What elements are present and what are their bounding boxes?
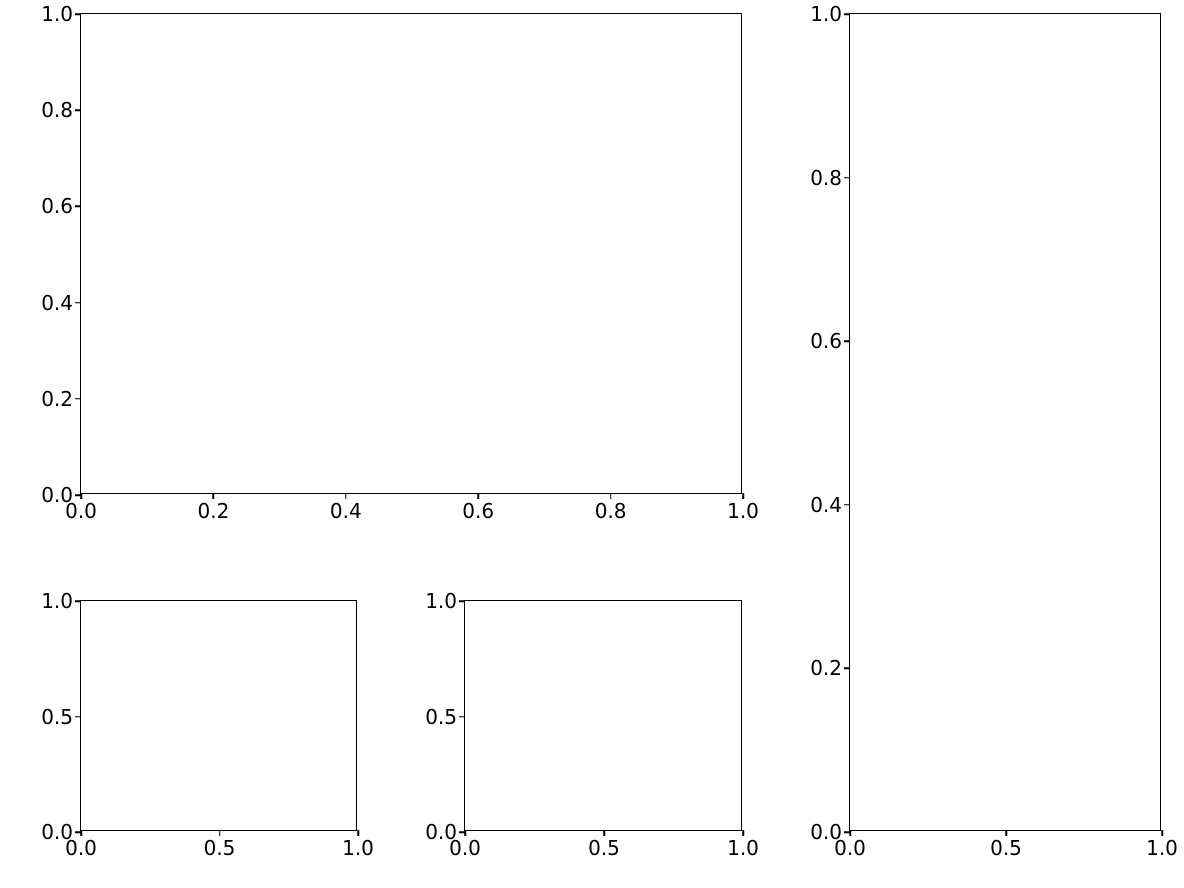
y-tick-label: 0.4 xyxy=(810,493,842,517)
y-tick-label: 0.5 xyxy=(41,705,73,729)
axes-ax4: 0.00.51.00.00.51.0 xyxy=(464,600,742,831)
figure: 0.00.20.40.60.81.00.00.20.40.60.81.00.00… xyxy=(0,0,1184,888)
axes-ax1: 0.00.20.40.60.81.00.00.20.40.60.81.0 xyxy=(80,13,742,494)
axes-ax2: 0.00.51.00.00.20.40.60.81.0 xyxy=(849,13,1161,831)
y-tick-label: 0.0 xyxy=(810,820,842,844)
x-tick-label: 1.0 xyxy=(727,499,759,523)
x-tick-label: 0.5 xyxy=(588,836,620,860)
y-tick-label: 0.4 xyxy=(41,291,73,315)
y-tick-label: 0.0 xyxy=(41,820,73,844)
x-tick-label: 0.2 xyxy=(197,499,229,523)
y-tick-mark xyxy=(75,302,81,304)
y-tick-mark xyxy=(844,13,850,15)
y-tick-label: 1.0 xyxy=(425,589,457,613)
y-tick-mark xyxy=(844,177,850,179)
y-tick-mark xyxy=(75,398,81,400)
x-tick-label: 0.6 xyxy=(462,499,494,523)
y-tick-mark xyxy=(75,206,81,208)
y-tick-label: 0.2 xyxy=(810,656,842,680)
y-tick-label: 0.6 xyxy=(810,329,842,353)
y-tick-label: 1.0 xyxy=(810,2,842,26)
y-tick-mark xyxy=(844,668,850,670)
y-tick-mark xyxy=(459,716,465,718)
y-tick-mark xyxy=(75,600,81,602)
x-tick-label: 0.5 xyxy=(990,836,1022,860)
y-tick-mark xyxy=(75,109,81,111)
x-tick-label: 1.0 xyxy=(727,836,759,860)
y-tick-label: 1.0 xyxy=(41,589,73,613)
y-tick-mark xyxy=(844,504,850,506)
y-tick-label: 0.6 xyxy=(41,194,73,218)
y-tick-label: 1.0 xyxy=(41,2,73,26)
y-tick-mark xyxy=(459,831,465,833)
y-tick-mark xyxy=(459,600,465,602)
x-tick-label: 1.0 xyxy=(1146,836,1178,860)
y-tick-label: 0.8 xyxy=(810,166,842,190)
y-tick-mark xyxy=(844,831,850,833)
x-tick-label: 0.5 xyxy=(204,836,236,860)
y-tick-mark xyxy=(75,13,81,15)
y-tick-label: 0.8 xyxy=(41,98,73,122)
y-tick-mark xyxy=(75,831,81,833)
x-tick-label: 0.8 xyxy=(595,499,627,523)
y-tick-label: 0.5 xyxy=(425,705,457,729)
x-tick-label: 0.4 xyxy=(330,499,362,523)
y-tick-label: 0.0 xyxy=(41,483,73,507)
axes-ax3: 0.00.51.00.00.51.0 xyxy=(80,600,357,831)
y-tick-mark xyxy=(75,494,81,496)
y-tick-mark xyxy=(844,340,850,342)
y-tick-label: 0.2 xyxy=(41,387,73,411)
x-tick-label: 1.0 xyxy=(342,836,374,860)
y-tick-label: 0.0 xyxy=(425,820,457,844)
y-tick-mark xyxy=(75,716,81,718)
